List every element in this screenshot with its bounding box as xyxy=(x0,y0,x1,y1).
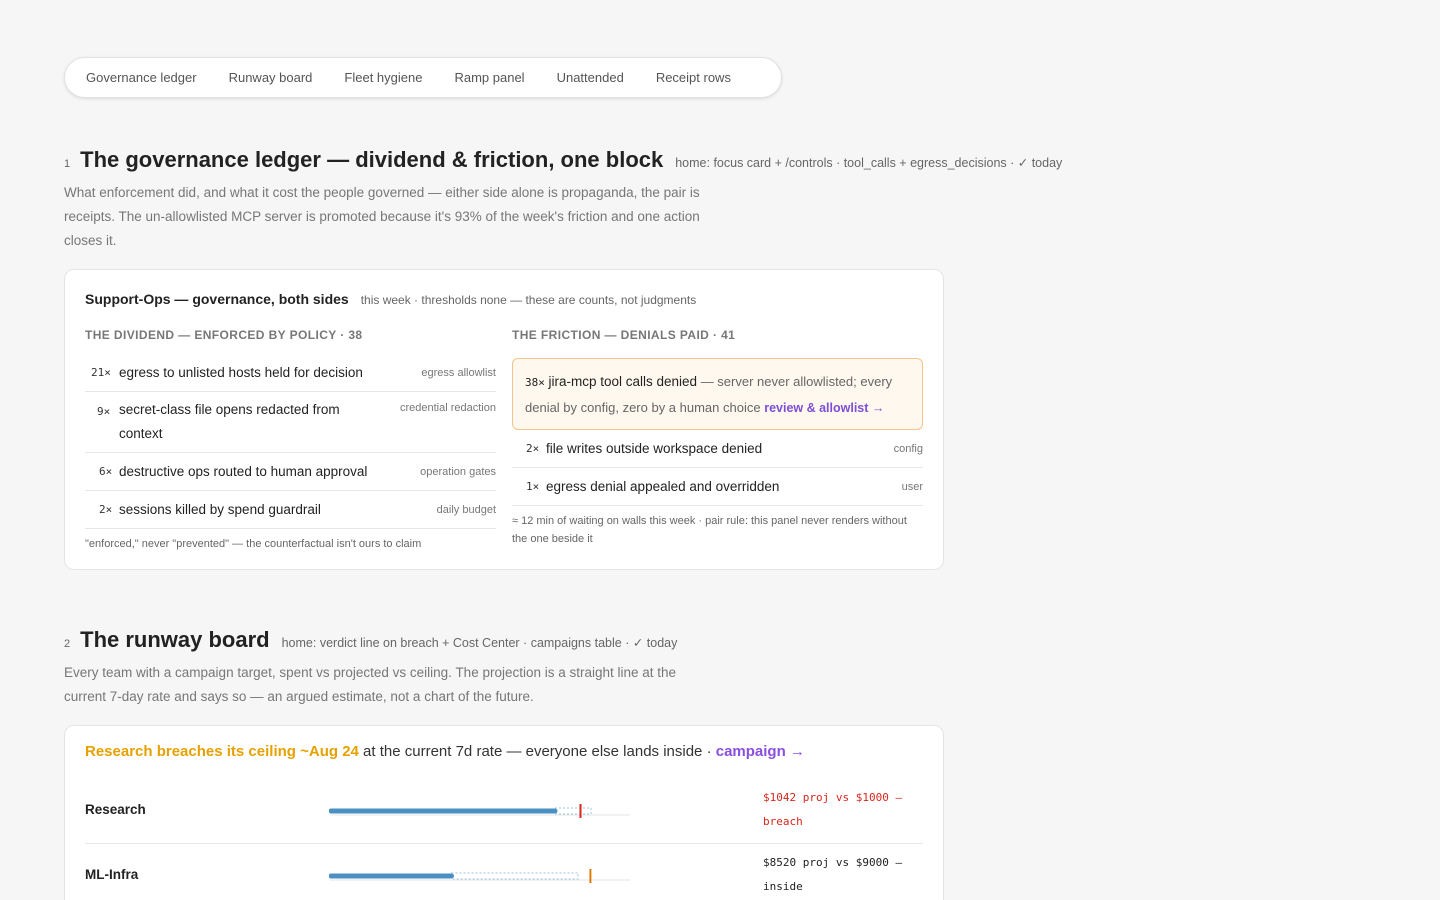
runway-card: Research breaches its ceiling ~Aug 24 at… xyxy=(64,725,944,900)
list-item: 2× sessions killed by spend guardrail da… xyxy=(85,491,496,529)
card-meta: this week · thresholds none — these are … xyxy=(360,293,697,307)
list-item: 21× egress to unlisted hosts held for de… xyxy=(85,354,496,392)
item-text: sessions killed by spend guardrail xyxy=(119,501,321,517)
item-text: secret-class file opens redacted from co… xyxy=(119,402,340,441)
dividend-heading: THE DIVIDEND — ENFORCED BY POLICY · 38 xyxy=(85,328,363,342)
projected-segment xyxy=(451,872,579,880)
team-row-ml-infra: ML-Infra $8520 proj vs $9000 — inside xyxy=(85,844,923,900)
friction-column: THE FRICTION — DENIALS PAID · 41 38× jir… xyxy=(512,328,923,548)
count: 2× xyxy=(99,503,113,516)
verdict-text: at the current 7d rate — everyone else l… xyxy=(358,743,716,760)
item-text: destructive ops routed to human approval xyxy=(119,463,368,479)
dividend-column: THE DIVIDEND — ENFORCED BY POLICY · 38 2… xyxy=(85,328,496,553)
count: 21× xyxy=(91,366,111,379)
item-text: file writes outside workspace denied xyxy=(546,440,763,456)
section-title: The runway board xyxy=(80,627,270,652)
friction-footnote: ≈ 12 min of waiting on walls this week ·… xyxy=(512,515,907,545)
policy-tag: operation gates xyxy=(420,465,496,478)
projection-note: $1042 proj vs $1000 — breach xyxy=(763,791,903,828)
section-tab-bar: Governance ledger Runway board Fleet hyg… xyxy=(64,57,782,98)
breach-warning: Research breaches its ceiling ~Aug 24 xyxy=(85,743,359,760)
list-item: 2× file writes outside workspace denied … xyxy=(512,430,923,468)
policy-tag: credential redaction xyxy=(399,402,496,414)
runway-section-header: 2 The runway board home: verdict line on… xyxy=(64,627,677,653)
section-number: 1 xyxy=(64,158,71,170)
tab-ramp-panel[interactable]: Ramp panel xyxy=(438,70,540,85)
governance-card-header: Support-Ops — governance, both sides thi… xyxy=(85,291,696,307)
item-name: jira-mcp tool calls denied xyxy=(548,374,698,389)
review-allowlist-link[interactable]: review & allowlist → xyxy=(764,401,884,415)
count: 9× xyxy=(97,405,111,418)
tab-unattended[interactable]: Unattended xyxy=(541,70,640,85)
governance-section-header: 1 The governance ledger — dividend & fri… xyxy=(64,147,1062,173)
tab-runway-board[interactable]: Runway board xyxy=(213,70,329,85)
item-text: egress denial appealed and overridden xyxy=(546,478,780,494)
dividend-footnote: "enforced," never "prevented" — the coun… xyxy=(85,538,422,550)
count: 1× xyxy=(526,480,540,493)
policy-tag: daily budget xyxy=(436,503,496,516)
runway-verdict-line: Research breaches its ceiling ~Aug 24 at… xyxy=(85,743,805,760)
tab-governance-ledger[interactable]: Governance ledger xyxy=(70,70,213,85)
policy-tag: user xyxy=(901,480,923,493)
card-title: Support-Ops — governance, both sides xyxy=(85,291,349,307)
list-item: 1× egress denial appealed and overridden… xyxy=(512,468,923,506)
team-name: ML-Infra xyxy=(85,867,139,882)
policy-tag: egress allowlist xyxy=(421,366,496,379)
list-item: 6× destructive ops routed to human appro… xyxy=(85,453,496,491)
section-title: The governance ledger — dividend & frict… xyxy=(80,147,664,172)
count: 6× xyxy=(99,465,113,478)
tab-receipt-rows[interactable]: Receipt rows xyxy=(640,70,747,85)
team-name: Research xyxy=(85,802,146,817)
tab-fleet-hygiene[interactable]: Fleet hygiene xyxy=(328,70,438,85)
governance-card: Support-Ops — governance, both sides thi… xyxy=(64,269,944,570)
list-item: 9× secret-class file opens redacted from… xyxy=(85,392,496,453)
section-meta: home: focus card + /controls · tool_call… xyxy=(675,156,1063,170)
projected-segment xyxy=(554,807,592,815)
team-row-research: Research $1042 proj vs $1000 — breach xyxy=(85,778,923,844)
section-meta: home: verdict line on breach + Cost Cent… xyxy=(281,636,678,650)
runway-bar xyxy=(329,804,630,818)
friction-heading: THE FRICTION — DENIALS PAID · 41 xyxy=(512,328,736,342)
projection-note: $8520 proj vs $9000 — inside xyxy=(763,856,903,893)
count: 2× xyxy=(526,442,540,455)
policy-tag: config xyxy=(893,442,923,455)
section-description: Every team with a campaign target, spent… xyxy=(64,665,677,704)
count: 38× xyxy=(525,376,545,389)
campaign-link[interactable]: campaign → xyxy=(716,743,805,760)
section-description: What enforcement did, and what it cost t… xyxy=(64,185,700,248)
highlight-friction-item: 38× jira-mcp tool calls denied — server … xyxy=(512,358,923,430)
section-number: 2 xyxy=(64,638,71,650)
runway-bar xyxy=(329,869,630,883)
item-text: egress to unlisted hosts held for decisi… xyxy=(119,364,363,380)
